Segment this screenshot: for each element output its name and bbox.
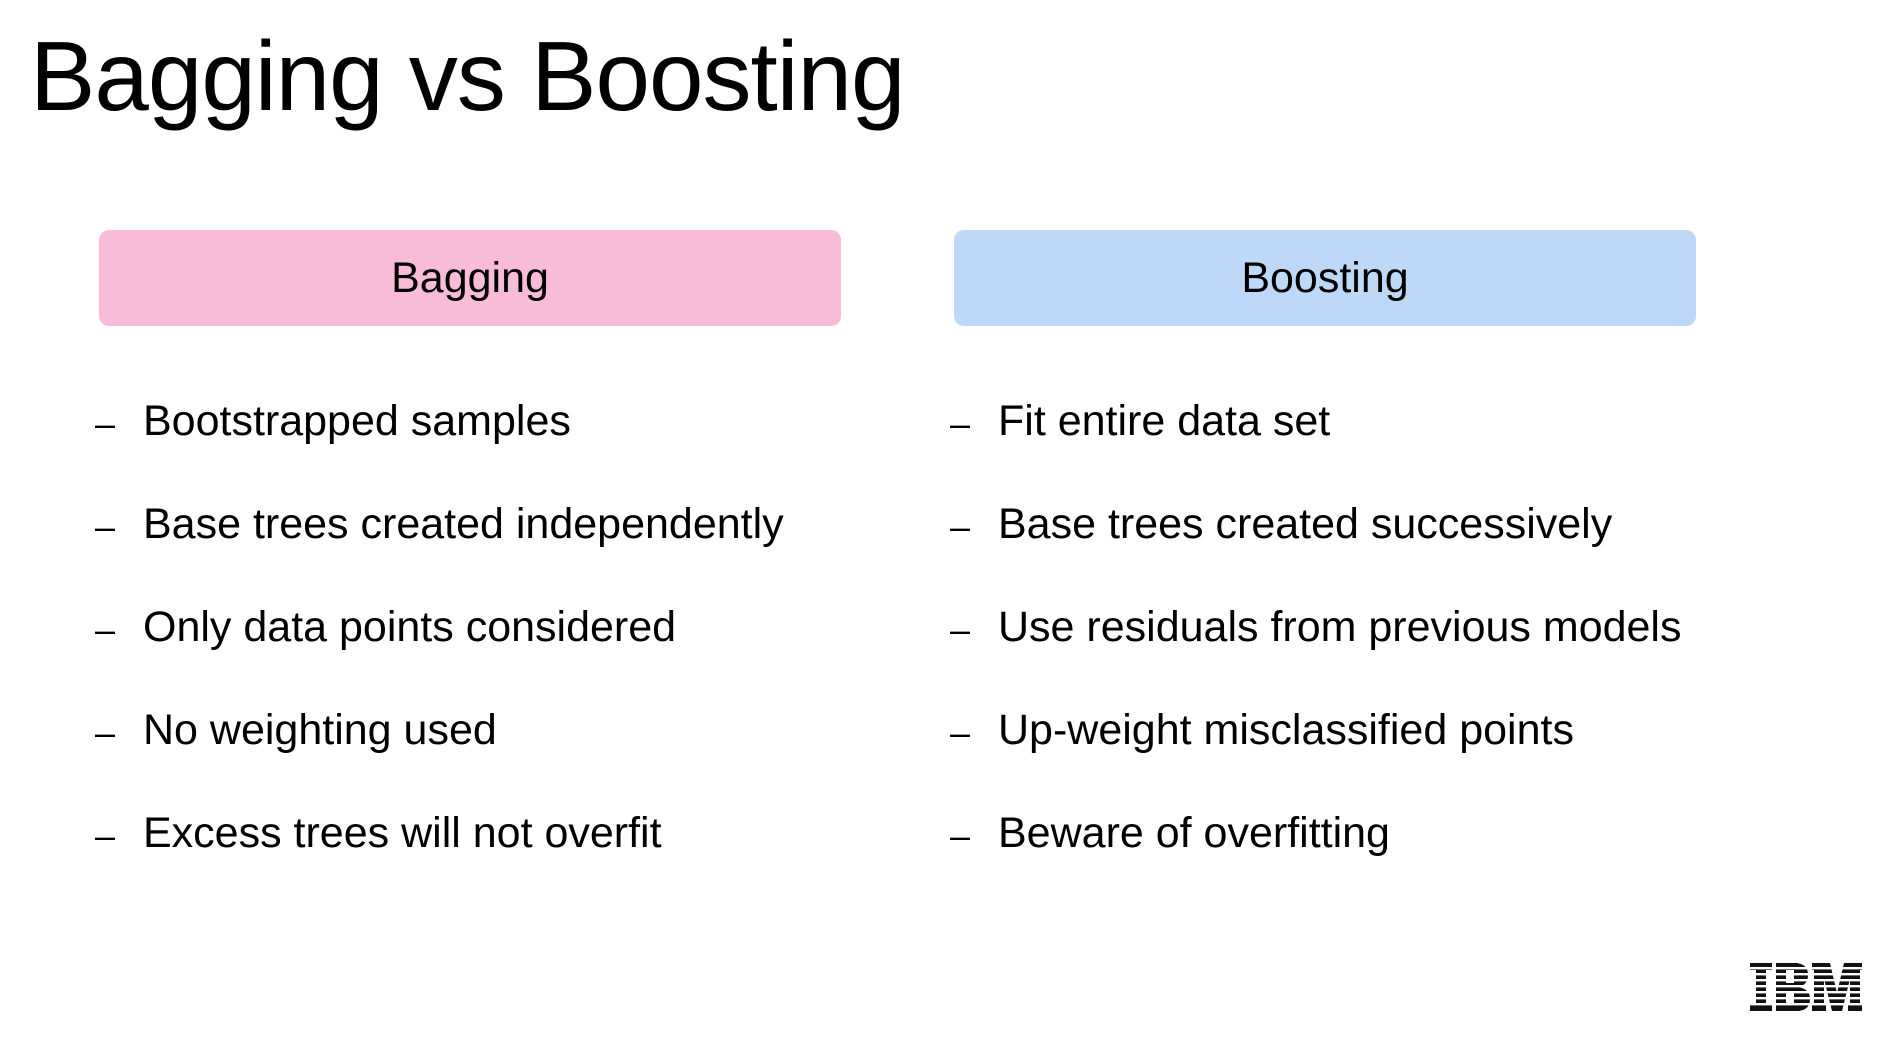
bagging-header-label: Bagging xyxy=(391,253,549,302)
boosting-bullet: – Fit entire data set xyxy=(950,400,1750,503)
bullet-dash: – xyxy=(95,609,116,650)
boosting-bullet: – Up-weight misclassified points xyxy=(950,709,1750,812)
slide-title: Bagging vs Boosting xyxy=(30,21,905,131)
bagging-bullet: – Excess trees will not overfit xyxy=(95,812,895,915)
bullet-dash: – xyxy=(95,712,116,753)
bullet-text: Beware of overfitting xyxy=(998,809,1390,857)
boosting-bullet-list: – Fit entire data set – Base trees creat… xyxy=(950,400,1750,915)
boosting-bullet: – Base trees created successively xyxy=(950,503,1750,606)
boosting-header-label: Boosting xyxy=(1241,253,1409,302)
bullet-text: No weighting used xyxy=(143,706,497,754)
bagging-header: Bagging xyxy=(99,230,841,326)
bullet-dash: – xyxy=(95,506,116,547)
bullet-dash: – xyxy=(950,609,971,650)
bullet-text: Base trees created successively xyxy=(998,500,1613,548)
bullet-text: Up-weight misclassified points xyxy=(998,706,1574,754)
boosting-bullet: – Beware of overfitting xyxy=(950,812,1750,915)
bullet-dash: – xyxy=(950,506,971,547)
bagging-bullet: – Bootstrapped samples xyxy=(95,400,895,503)
ibm-logo-icon xyxy=(1750,963,1862,1011)
bullet-text: Excess trees will not overfit xyxy=(143,809,662,857)
bullet-text: Use residuals from previous models xyxy=(998,603,1682,651)
boosting-header: Boosting xyxy=(954,230,1696,326)
bagging-bullet: – Only data points considered xyxy=(95,606,895,709)
bullet-dash: – xyxy=(95,815,116,856)
bullet-text: Only data points considered xyxy=(143,603,677,651)
bullet-text: Fit entire data set xyxy=(998,397,1331,445)
bagging-bullet-list: – Bootstrapped samples – Base trees crea… xyxy=(95,400,895,915)
boosting-bullet: – Use residuals from previous models xyxy=(950,606,1750,709)
bullet-text: Bootstrapped samples xyxy=(143,397,571,445)
bagging-bullet: – Base trees created independently xyxy=(95,503,895,606)
bullet-dash: – xyxy=(950,815,971,856)
bullet-dash: – xyxy=(95,403,116,444)
bullet-dash: – xyxy=(950,403,971,444)
bullet-text: Base trees created independently xyxy=(143,500,784,548)
bagging-column: Bagging – Bootstrapped samples – Base tr… xyxy=(95,230,841,855)
bagging-bullet: – No weighting used xyxy=(95,709,895,812)
boosting-column: Boosting – Fit entire data set – Base tr… xyxy=(950,230,1696,855)
bullet-dash: – xyxy=(950,712,971,753)
